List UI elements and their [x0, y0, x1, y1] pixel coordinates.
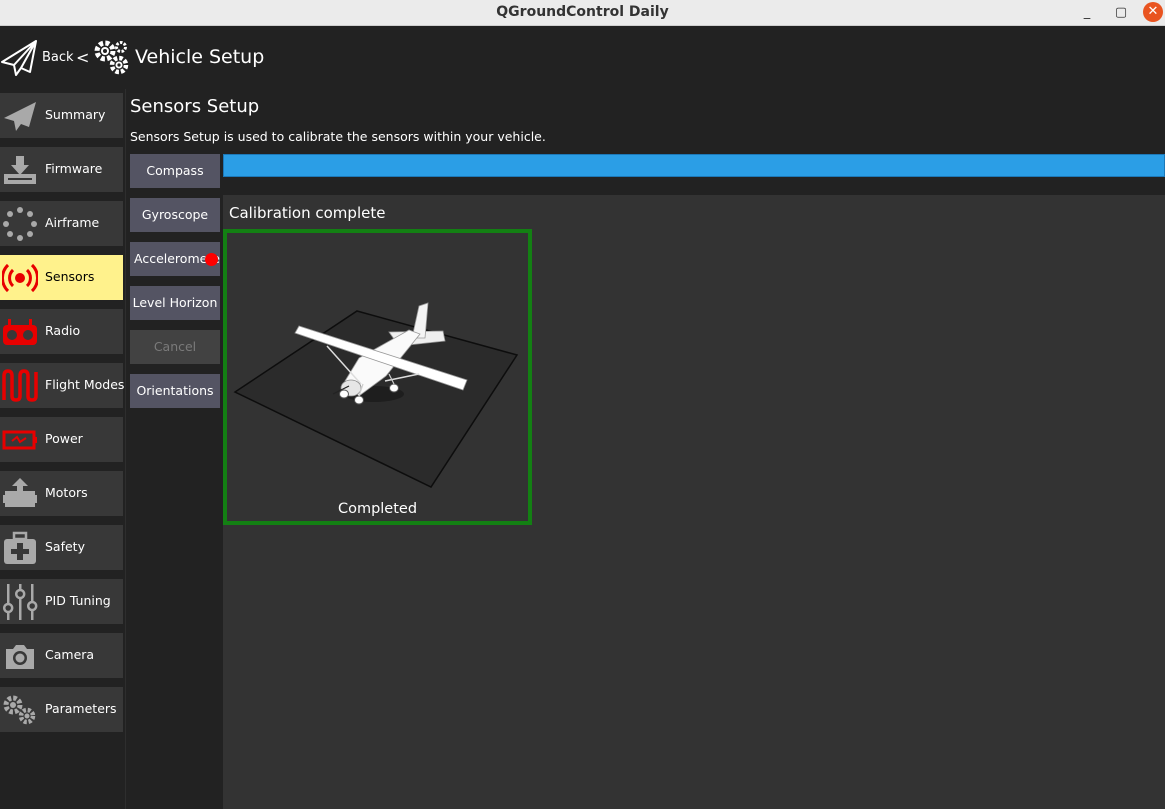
sidebar-item-label: Sensors: [45, 269, 95, 284]
motor-icon: [3, 478, 37, 507]
back-label[interactable]: Back: [42, 50, 74, 65]
sensors-signal-icon: [2, 263, 38, 293]
sidebar-item-label: Power: [45, 431, 83, 446]
sensors-setup-description: Sensors Setup is used to calibrate the s…: [130, 129, 546, 144]
calibration-progress-bar: [223, 154, 1165, 177]
sidebar-item-label: Flight Modes: [45, 377, 125, 392]
sidebar-item-sensors[interactable]: Sensors: [0, 255, 123, 300]
first-aid-icon: [4, 531, 36, 564]
sidebar-item-label: Radio: [45, 323, 81, 338]
battery-icon: [2, 430, 37, 450]
camera-icon: [6, 645, 34, 669]
radio-icon: [3, 319, 37, 345]
gyroscope-button[interactable]: Gyroscope: [130, 198, 220, 232]
sidebar-item-firmware[interactable]: Firmware: [0, 147, 123, 192]
sidebar-item-label: PID Tuning: [45, 593, 111, 608]
breadcrumb-separator: <: [76, 48, 90, 67]
maximize-button[interactable]: ▢: [1110, 2, 1132, 24]
airframe-dots-icon: [3, 207, 37, 241]
sliders-icon: [2, 584, 38, 620]
sidebar-item-label: Airframe: [45, 215, 100, 230]
window-title: QGroundControl Daily: [496, 4, 669, 20]
calibration-required-indicator: [205, 253, 218, 266]
sensors-setup-title: Sensors Setup: [130, 96, 260, 117]
window-titlebar: QGroundControl Daily _ ▢ ✕: [0, 0, 1165, 26]
sidebar-item-label: Firmware: [45, 161, 103, 176]
sidebar-item-label: Safety: [45, 539, 85, 554]
minimize-button[interactable]: _: [1076, 2, 1098, 24]
sidebar-item-parameters[interactable]: Parameters: [0, 687, 123, 732]
sidebar-item-pid-tuning[interactable]: PID Tuning: [0, 579, 123, 624]
sidebar-item-airframe[interactable]: Airframe: [0, 201, 123, 246]
gears-icon: [3, 695, 36, 725]
calibration-status-text: Calibration complete: [229, 204, 386, 222]
vehicle-setup-gears-icon: [92, 38, 130, 80]
compass-button[interactable]: Compass: [130, 154, 220, 188]
flight-modes-wave-icon: [2, 369, 38, 402]
orientation-caption: Completed: [337, 501, 418, 517]
paper-plane-icon: [1, 40, 37, 76]
close-button[interactable]: ✕: [1143, 2, 1163, 22]
sidebar-item-radio[interactable]: Radio: [0, 309, 123, 354]
sidebar-item-motors[interactable]: Motors: [0, 471, 123, 516]
paper-plane-icon: [4, 102, 36, 131]
cancel-button[interactable]: Cancel: [130, 330, 220, 364]
sidebar-item-camera[interactable]: Camera: [0, 633, 123, 678]
level-horizon-button[interactable]: Level Horizon: [130, 286, 220, 320]
sidebar-item-label: Camera: [45, 647, 95, 662]
download-icon: [4, 156, 36, 184]
page-title: Vehicle Setup: [135, 46, 265, 68]
airplane-orientation-image: [233, 302, 519, 488]
sidebar-item-flight-modes[interactable]: Flight Modes: [0, 363, 125, 408]
sidebar-item-label: Motors: [45, 485, 88, 500]
sidebar-item-label: Parameters: [45, 701, 117, 716]
sidebar-item-label: Summary: [45, 107, 106, 122]
sidebar-item-safety[interactable]: Safety: [0, 525, 123, 570]
calibration-progress-fill: [223, 154, 1165, 177]
orientations-button[interactable]: Orientations: [130, 374, 220, 408]
sidebar-item-summary[interactable]: Summary: [0, 93, 123, 138]
back-button[interactable]: [0, 40, 38, 80]
sidebar-item-power[interactable]: Power: [0, 417, 123, 462]
